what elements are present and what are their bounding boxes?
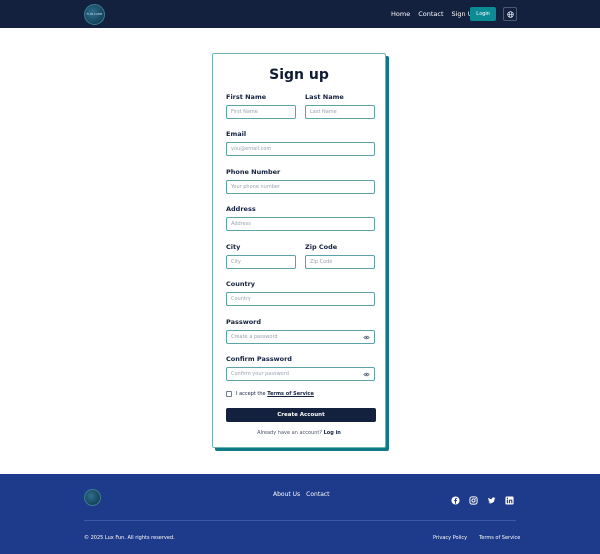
password-label: Password (226, 318, 262, 326)
login-link[interactable]: Log in (324, 430, 341, 436)
email-input[interactable]: you@email.com (226, 142, 375, 156)
confirm-password-label: Confirm Password (226, 355, 292, 363)
legal-links: Privacy Policy Terms of Service (433, 535, 520, 541)
logo-text: FUN CAMP (86, 12, 103, 16)
show-confirm-password-icon[interactable] (363, 371, 370, 378)
city-label: City (226, 243, 241, 251)
terms-label: I accept the Terms of Service (236, 391, 314, 397)
footer-link-about[interactable]: About Us (273, 491, 300, 498)
nav-home[interactable]: Home (391, 10, 410, 18)
social-links (451, 490, 523, 505)
create-account-button[interactable]: Create Account (226, 408, 376, 422)
password-placeholder: Create a password (231, 334, 278, 340)
country-input[interactable]: Country (226, 292, 375, 306)
signup-card: Sign up First Name Last Name First Name … (212, 53, 386, 448)
password-input[interactable]: Create a password (226, 330, 375, 344)
logo[interactable]: FUN CAMP (84, 4, 105, 25)
login-prompt-text: Already have an account? (257, 430, 324, 436)
globe-icon (506, 10, 514, 18)
zip-label: Zip Code (305, 243, 338, 251)
terms-link[interactable]: Terms of Service (267, 391, 314, 397)
first-name-label: First Name (226, 93, 267, 101)
terms-checkbox[interactable] (226, 391, 232, 397)
privacy-policy-link[interactable]: Privacy Policy (433, 535, 467, 541)
login-button[interactable]: Login (470, 7, 496, 21)
phone-label: Phone Number (226, 168, 281, 176)
footer-logo[interactable] (84, 489, 101, 506)
nav-contact[interactable]: Contact (418, 10, 443, 18)
top-navbar: FUN CAMP Home Contact Sign Up Login (0, 0, 600, 28)
confirm-password-input[interactable]: Confirm your password (226, 367, 375, 381)
address-label: Address (226, 205, 256, 213)
page-title: Sign up (269, 67, 329, 83)
phone-input[interactable]: Your phone number (226, 180, 375, 194)
show-password-icon[interactable] (363, 334, 370, 341)
twitter-icon[interactable] (487, 490, 496, 504)
footer-links: About Us Contact (273, 491, 336, 498)
first-name-input[interactable]: First Name (226, 105, 296, 119)
footer: About Us Contact © 2025 Lux Fun. All rig… (0, 474, 600, 554)
instagram-icon[interactable] (469, 490, 478, 505)
address-input[interactable]: Address (226, 217, 375, 231)
email-label: Email (226, 130, 247, 138)
linkedin-icon[interactable] (505, 490, 514, 505)
copyright: © 2025 Lux Fun. All rights reserved. (84, 535, 175, 541)
zip-input[interactable]: Zip Code (305, 255, 375, 269)
language-button[interactable] (503, 7, 517, 21)
footer-divider (84, 520, 516, 521)
login-prompt: Already have an account? Log in (213, 430, 385, 436)
city-input[interactable]: City (226, 255, 296, 269)
terms-of-service-link[interactable]: Terms of Service (479, 535, 520, 541)
facebook-icon[interactable] (451, 490, 460, 505)
confirm-password-placeholder: Confirm your password (231, 371, 289, 377)
footer-link-contact[interactable]: Contact (306, 491, 329, 498)
last-name-input[interactable]: Last Name (305, 105, 375, 119)
terms-prefix: I accept the (236, 391, 268, 397)
country-label: Country (226, 280, 256, 288)
last-name-label: Last Name (305, 93, 344, 101)
